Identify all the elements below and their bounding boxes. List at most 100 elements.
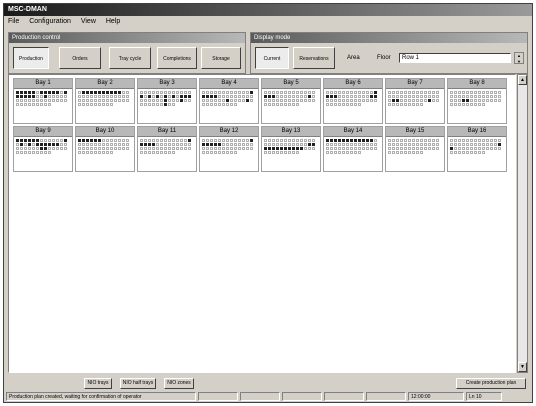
- storage-cell[interactable]: [250, 147, 253, 150]
- storage-cell[interactable]: [230, 143, 233, 146]
- storage-cell[interactable]: [78, 143, 81, 146]
- storage-conditions-button[interactable]: Storage conditions: [201, 47, 241, 84]
- storage-cell[interactable]: [288, 91, 291, 94]
- storage-cell[interactable]: [140, 103, 143, 106]
- storage-cell[interactable]: [486, 143, 489, 146]
- storage-cell[interactable]: [346, 143, 349, 146]
- storage-cell[interactable]: [296, 103, 299, 106]
- storage-cell[interactable]: [168, 151, 171, 154]
- storage-cell[interactable]: [160, 91, 163, 94]
- storage-cell[interactable]: [300, 147, 303, 150]
- storage-cell[interactable]: [490, 139, 493, 142]
- storage-cell[interactable]: [362, 91, 365, 94]
- storage-cell[interactable]: [436, 99, 439, 102]
- storage-cell[interactable]: [482, 143, 485, 146]
- storage-cell[interactable]: [388, 139, 391, 142]
- storage-cell[interactable]: [280, 143, 283, 146]
- storage-cell[interactable]: [478, 95, 481, 98]
- storage-cell[interactable]: [462, 151, 465, 154]
- storage-cell[interactable]: [82, 143, 85, 146]
- storage-cell[interactable]: [218, 99, 221, 102]
- storage-cell[interactable]: [52, 95, 55, 98]
- storage-cell[interactable]: [16, 95, 19, 98]
- bay-tile[interactable]: Bay 10: [75, 126, 135, 172]
- storage-cell[interactable]: [246, 99, 249, 102]
- storage-cell[interactable]: [106, 139, 109, 142]
- reservations-button[interactable]: Reservations: [293, 47, 335, 69]
- storage-cell[interactable]: [354, 139, 357, 142]
- storage-cell[interactable]: [94, 95, 97, 98]
- storage-cell[interactable]: [268, 147, 271, 150]
- storage-cell[interactable]: [470, 99, 473, 102]
- storage-cell[interactable]: [44, 91, 47, 94]
- storage-cell[interactable]: [160, 95, 163, 98]
- storage-cell[interactable]: [110, 143, 113, 146]
- storage-cell[interactable]: [462, 99, 465, 102]
- storage-cell[interactable]: [374, 91, 377, 94]
- storage-cell[interactable]: [148, 95, 151, 98]
- storage-cell[interactable]: [300, 143, 303, 146]
- storage-cell[interactable]: [264, 147, 267, 150]
- storage-cell[interactable]: [106, 103, 109, 106]
- storage-cell[interactable]: [366, 147, 369, 150]
- storage-cell[interactable]: [454, 151, 457, 154]
- storage-cell[interactable]: [272, 139, 275, 142]
- storage-cell[interactable]: [432, 139, 435, 142]
- storage-cell[interactable]: [110, 95, 113, 98]
- storage-cell[interactable]: [64, 91, 67, 94]
- storage-cell[interactable]: [498, 139, 501, 142]
- storage-cell[interactable]: [428, 95, 431, 98]
- storage-cell[interactable]: [490, 99, 493, 102]
- storage-cell[interactable]: [246, 91, 249, 94]
- storage-cell[interactable]: [152, 139, 155, 142]
- storage-cell[interactable]: [428, 143, 431, 146]
- storage-cell[interactable]: [20, 91, 23, 94]
- storage-cell[interactable]: [334, 147, 337, 150]
- storage-cell[interactable]: [482, 99, 485, 102]
- storage-cell[interactable]: [32, 151, 35, 154]
- storage-cell[interactable]: [308, 99, 311, 102]
- storage-cell[interactable]: [164, 143, 167, 146]
- storage-cell[interactable]: [234, 147, 237, 150]
- storage-cell[interactable]: [206, 143, 209, 146]
- storage-cell[interactable]: [420, 95, 423, 98]
- storage-cell[interactable]: [304, 143, 307, 146]
- storage-cell[interactable]: [300, 139, 303, 142]
- storage-cell[interactable]: [362, 147, 365, 150]
- storage-cell[interactable]: [90, 99, 93, 102]
- storage-cell[interactable]: [374, 99, 377, 102]
- storage-cell[interactable]: [246, 147, 249, 150]
- storage-cell[interactable]: [78, 103, 81, 106]
- storage-cell[interactable]: [494, 91, 497, 94]
- storage-cell[interactable]: [304, 99, 307, 102]
- storage-cell[interactable]: [412, 99, 415, 102]
- storage-cell[interactable]: [358, 147, 361, 150]
- floor-spinner[interactable]: ▲ ▼: [514, 52, 524, 64]
- storage-cell[interactable]: [416, 139, 419, 142]
- storage-cell[interactable]: [32, 103, 35, 106]
- storage-cell[interactable]: [396, 147, 399, 150]
- storage-cell[interactable]: [152, 95, 155, 98]
- storage-cell[interactable]: [494, 147, 497, 150]
- storage-cell[interactable]: [110, 91, 113, 94]
- storage-cell[interactable]: [168, 91, 171, 94]
- storage-cell[interactable]: [126, 95, 129, 98]
- storage-cell[interactable]: [102, 95, 105, 98]
- storage-cell[interactable]: [118, 99, 121, 102]
- storage-cell[interactable]: [338, 91, 341, 94]
- storage-cell[interactable]: [288, 151, 291, 154]
- storage-cell[interactable]: [218, 151, 221, 154]
- storage-cell[interactable]: [362, 95, 365, 98]
- storage-cell[interactable]: [490, 143, 493, 146]
- storage-cell[interactable]: [482, 147, 485, 150]
- storage-cell[interactable]: [156, 139, 159, 142]
- storage-cell[interactable]: [16, 91, 19, 94]
- storage-cell[interactable]: [20, 139, 23, 142]
- storage-cell[interactable]: [52, 147, 55, 150]
- storage-cell[interactable]: [370, 99, 373, 102]
- storage-cell[interactable]: [94, 91, 97, 94]
- storage-cell[interactable]: [388, 103, 391, 106]
- storage-cell[interactable]: [388, 147, 391, 150]
- storage-cell[interactable]: [312, 99, 315, 102]
- storage-cell[interactable]: [478, 147, 481, 150]
